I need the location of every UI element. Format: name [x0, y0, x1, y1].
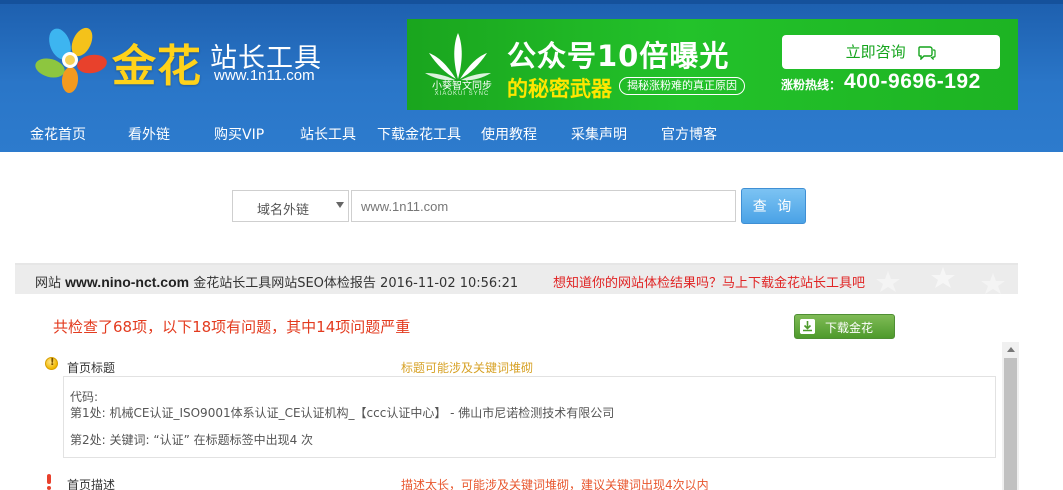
report-header-bar: 网站 www.nino-nct.com 金花站长工具网站SEO体检报告 2016… [15, 263, 1018, 294]
check-summary: 共检查了68项，以下18项有问题，其中14项问题严重 [53, 318, 411, 336]
main-nav: 金花首页 看外链 购买VIP 站长工具 下载金花工具 使用教程 采集声明 官方博… [0, 116, 1063, 152]
nav-item-official-blog[interactable]: 官方博客 [661, 124, 717, 144]
report-scrollbar[interactable] [1002, 342, 1019, 490]
code-detail-box: 代码: 第1处: 机械CE认证_ISO9001体系认证_CE认证机构_【ccc认… [63, 376, 996, 458]
site-header: 金花 站长工具 www.1n11.com 小葵智文同步 XIAOKUI SYNC… [0, 0, 1063, 152]
nav-item-download[interactable]: 下载金花工具 [377, 124, 461, 144]
item-label-home-title: 首页标题 [67, 361, 116, 375]
hotline-number: 400-9696-192 [844, 70, 981, 93]
consult-button-label: 立即咨询 [845, 43, 906, 61]
item-label-home-description: 首页描述 [67, 478, 116, 490]
error-icon [47, 474, 51, 490]
nav-item-webmaster-tools[interactable]: 站长工具 [300, 124, 356, 144]
banner-ad[interactable]: 小葵智文同步 XIAOKUI SYNC 公众号10倍曝光 的秘密武器 揭秘涨粉难… [407, 19, 1018, 110]
scroll-up-arrow-icon[interactable] [1007, 347, 1015, 352]
report-title-prefix: 网站 [35, 276, 62, 291]
ad-headline: 公众号10倍曝光 [507, 39, 730, 73]
logo-title: 金花 [112, 41, 202, 92]
download-jinhua-button[interactable]: 下载金花 [794, 314, 895, 339]
nav-item-home[interactable]: 金花首页 [30, 124, 86, 144]
ad-brand-english: XIAOKUI SYNC [434, 91, 490, 97]
ad-brand-name: 小葵智文同步 [432, 81, 492, 92]
code-label: 代码: [70, 390, 99, 404]
header-top-border [0, 0, 1063, 4]
ad-slogan: 的秘密武器 [507, 77, 612, 101]
scroll-thumb[interactable] [1004, 358, 1017, 490]
logo-url: www.1n11.com [214, 67, 315, 84]
domain-input[interactable] [351, 190, 736, 222]
item-note-home-description: 描述太长，可能涉及关键词堆砌，建议关键词出现4次以内 [401, 478, 709, 490]
query-button[interactable]: 查 询 [741, 188, 806, 224]
report-title: 网站 www.nino-nct.com 金花站长工具网站SEO体检报告 2016… [35, 272, 518, 291]
nav-item-backlinks[interactable]: 看外链 [128, 124, 170, 144]
download-button-label: 下载金花 [825, 321, 874, 335]
search-type-value: 域名外链 [257, 203, 310, 218]
flower-logo-icon [35, 27, 107, 93]
chat-bubble-icon [918, 45, 936, 60]
report-site-domain: www.nino-nct.com [65, 274, 190, 290]
nav-item-collection-statement[interactable]: 采集声明 [571, 124, 627, 144]
item-note-home-title: 标题可能涉及关键词堆砌 [401, 361, 534, 375]
hotline-label: 涨粉热线： [781, 78, 842, 92]
report-title-suffix: 金花站长工具网站SEO体检报告 2016-11-02 10:56:21 [193, 276, 519, 291]
star-decoration-icon [876, 267, 1005, 294]
dropdown-arrow-icon [336, 202, 344, 208]
code-line-2: 第2处: 关键词: “认证” 在标题标签中出现4 次 [70, 433, 314, 447]
warning-icon [45, 357, 58, 370]
ad-tag: 揭秘涨粉难的真正原因 [619, 77, 745, 95]
search-type-select[interactable]: 域名外链 [232, 190, 349, 222]
nav-item-buy-vip[interactable]: 购买VIP [214, 124, 264, 144]
site-logo[interactable]: 金花 站长工具 www.1n11.com [30, 24, 340, 96]
report-promo-link[interactable]: 想知道你的网站体检结果吗？马上下载金花站长工具吧 [553, 272, 865, 291]
consult-button[interactable]: 立即咨询 [782, 35, 1000, 69]
nav-item-tutorial[interactable]: 使用教程 [481, 124, 537, 144]
code-line-1: 第1处: 机械CE认证_ISO9001体系认证_CE认证机构_【ccc认证中心】… [70, 406, 615, 420]
download-icon [800, 319, 815, 334]
